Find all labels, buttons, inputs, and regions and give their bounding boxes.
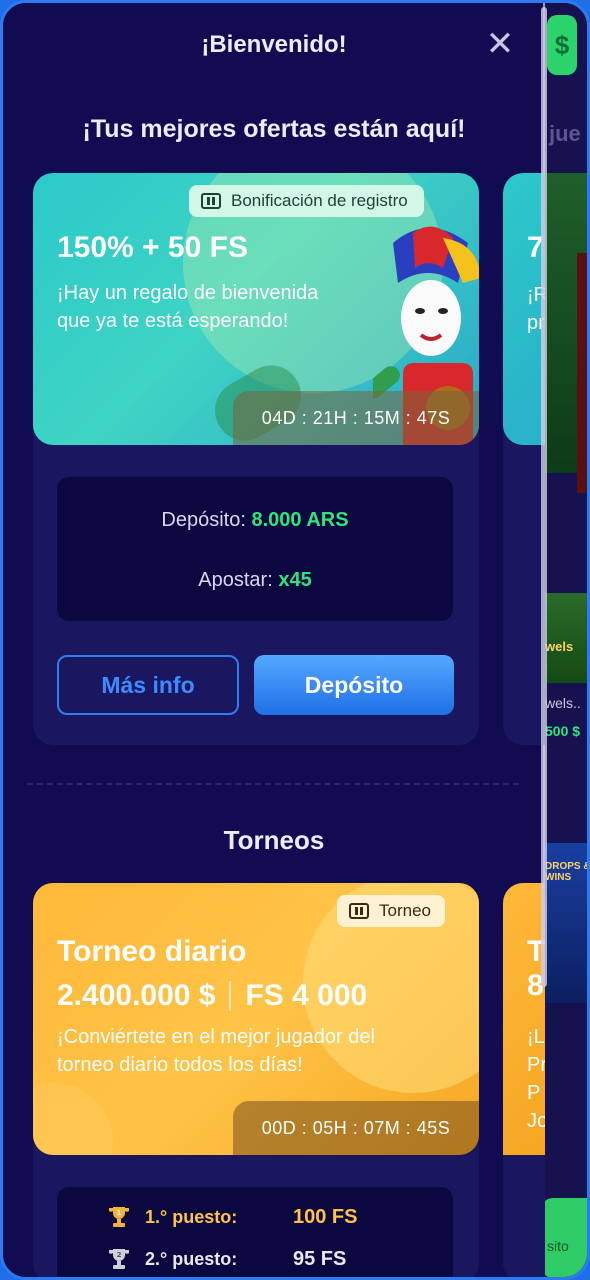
slot-machine-icon xyxy=(349,903,369,919)
wager-label: Apostar: xyxy=(198,569,273,591)
deposit-row: Depósito: 8.000 ARS xyxy=(57,509,453,532)
place-row-2: 2 2.° puesto: 95 FS xyxy=(107,1247,346,1271)
gold-trophy-icon: 1 xyxy=(109,1207,129,1227)
deposit-label: Depósito: xyxy=(161,509,246,531)
background-game-thumb xyxy=(541,593,587,683)
background-game-column: $ jue wels wels.. 500 $ DROPS & WINS sit… xyxy=(541,3,590,1277)
place-prize: 95 FS xyxy=(293,1247,347,1270)
offers-subtitle: ¡Tus mejores ofertas están aquí! xyxy=(82,115,466,143)
place-prize: 100 FS xyxy=(293,1205,358,1228)
more-info-button[interactable]: Más info xyxy=(57,655,239,715)
next-tournament-card[interactable]: T 8 ¡L Pragr P Joke xyxy=(503,883,545,1277)
tournament-prize: 2.400.000 $ FS 4 000 xyxy=(57,979,367,1013)
silver-trophy-icon: 2 xyxy=(109,1249,129,1269)
offer-title: 150% + 50 FS xyxy=(57,231,248,264)
place-row-1: 1 1.° puesto: 100 FS xyxy=(107,1205,357,1229)
background-heading: jue xyxy=(549,121,581,146)
tournament-card: Torneo Torneo diario 2.400.000 $ FS 4 00… xyxy=(33,883,479,1277)
tournament-prize-money: 2.400.000 $ xyxy=(57,979,216,1012)
tournament-description: ¡Conviértete en el mejor jugador del tor… xyxy=(57,1026,375,1076)
offer-description: ¡Hay un regalo de bienvenida que ya te e… xyxy=(57,282,319,332)
tournament-countdown: 00D : 05H : 07M : 45S xyxy=(233,1101,479,1155)
place-label: 1.° puesto: xyxy=(145,1206,238,1227)
next-offer-card[interactable]: 7 ¡R pr xyxy=(503,173,545,745)
offer-banner: Bonificación de registro 150% + 50 FS ¡H… xyxy=(33,173,479,445)
background-game-thumb xyxy=(577,253,587,493)
wager-value: x45 xyxy=(278,569,312,591)
section-divider xyxy=(27,783,519,785)
tournament-banner: Torneo Torneo diario 2.400.000 $ FS 4 00… xyxy=(33,883,479,1155)
prize-separator xyxy=(229,981,232,1011)
dollar-icon: $ xyxy=(547,15,577,75)
welcome-modal: ¡Bienvenido! ✕ ¡Tus mejores ofertas está… xyxy=(3,3,545,1277)
background-game-label: wels xyxy=(545,639,574,654)
background-deposit-button[interactable]: sito xyxy=(541,1198,587,1277)
coin-decoration xyxy=(33,1083,113,1155)
background-game-prize: 500 $ xyxy=(545,723,581,739)
next-tournament-description: ¡L Pragr P Joke xyxy=(527,1026,545,1132)
background-game-label: DROPS & WINS xyxy=(545,861,590,883)
offer-details: Depósito: 8.000 ARS Apostar: x45 xyxy=(57,477,453,621)
close-icon[interactable]: ✕ xyxy=(483,27,517,63)
svg-text:1: 1 xyxy=(117,1209,122,1217)
tournament-badge: Torneo xyxy=(337,895,445,927)
tournaments-title: Torneos xyxy=(223,825,325,855)
slot-machine-icon xyxy=(201,193,221,209)
offer-card: Bonificación de registro 150% + 50 FS ¡H… xyxy=(33,173,479,745)
svg-text:2: 2 xyxy=(117,1251,122,1259)
tournament-title: Torneo diario xyxy=(57,935,247,968)
tournament-prize-fs: FS 4 000 xyxy=(245,979,368,1012)
deposit-button[interactable]: Depósito xyxy=(254,655,454,715)
modal-title: ¡Bienvenido! xyxy=(201,31,347,58)
tournament-places: 1 1.° puesto: 100 FS 2 2.° puesto: 95 FS xyxy=(57,1187,453,1277)
deposit-value: 8.000 ARS xyxy=(251,509,349,531)
scrollbar[interactable] xyxy=(541,7,547,987)
place-label: 2.° puesto: xyxy=(145,1248,238,1269)
registration-badge-label: Bonificación de registro xyxy=(231,191,408,210)
offer-countdown: 04D : 21H : 15M : 47S xyxy=(233,391,479,445)
registration-badge: Bonificación de registro xyxy=(189,185,424,217)
tournament-badge-label: Torneo xyxy=(379,901,431,920)
app-frame: $ jue wels wels.. 500 $ DROPS & WINS sit… xyxy=(0,0,590,1280)
wager-row: Apostar: x45 xyxy=(57,569,453,592)
background-game-name: wels.. xyxy=(545,695,581,711)
